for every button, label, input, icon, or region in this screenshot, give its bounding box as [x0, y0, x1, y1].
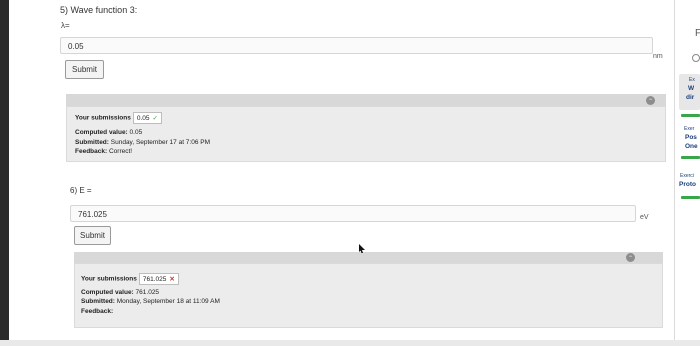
submission-value: 0.05: [136, 115, 150, 122]
submitted-value: Sunday, September 17 at 7:06 PM: [110, 139, 211, 146]
submission-label: Your submissions: [75, 114, 131, 122]
bottom-frame: [0, 340, 700, 346]
question-6-computed-row: Computed value: 761.025: [81, 289, 159, 296]
question-6-unit: eV: [640, 214, 649, 221]
question-5-feedback-row: Feedback: Correct!: [75, 148, 132, 155]
question-5-answer-input[interactable]: 0.05: [60, 37, 653, 54]
question-6-submissions-header[interactable]: [74, 252, 663, 263]
question-5-submitted-row: Submitted: Sunday, September 17 at 7:06 …: [75, 139, 210, 146]
sidebar-top-letter: F: [695, 28, 700, 39]
feedback-value: Correct!: [108, 148, 133, 155]
sidebar-card-1-progress: [681, 114, 700, 117]
left-frame: [0, 0, 9, 346]
feedback-label: Feedback:: [81, 308, 114, 315]
question-6-collapse-icon[interactable]: −: [626, 253, 635, 262]
submitted-label: Submitted:: [81, 298, 115, 305]
submission-value-box: 761.025 ✕: [138, 273, 179, 285]
question-5-variable-label: λ=: [61, 21, 70, 30]
question-6-submitted-row: Submitted: Monday, September 18 at 11:09…: [81, 298, 220, 305]
question-6-submit-button[interactable]: Submit: [74, 226, 111, 245]
submitted-label: Submitted:: [75, 139, 109, 146]
question-5-title: 5) Wave function 3:: [60, 5, 138, 15]
question-5-submit-button[interactable]: Submit: [65, 60, 104, 79]
incorrect-x-icon: ✕: [169, 276, 175, 283]
sidebar-card-3-line2: Proto: [679, 181, 696, 188]
sidebar-card-2-line3: One: [685, 143, 698, 150]
sidebar-card-3-line1[interactable]: Exerci: [680, 173, 694, 179]
question-5-unit: nm: [653, 53, 663, 60]
question-5-submission-row: Your submissions 0.05 ✓: [75, 112, 162, 124]
question-5-collapse-icon[interactable]: −: [646, 96, 655, 105]
submitted-value: Monday, September 18 at 11:09 AM: [116, 298, 220, 305]
question-6-answer-input[interactable]: 761.025: [70, 205, 636, 222]
sidebar-card-2-line1[interactable]: Exer: [684, 126, 694, 132]
computed-label: Computed value:: [75, 129, 128, 136]
sidebar-divider: [674, 0, 675, 346]
feedback-label: Feedback:: [75, 148, 108, 155]
computed-value: 761.025: [135, 289, 160, 296]
submission-value: 761.025: [142, 276, 167, 283]
sidebar-card-1-line2: W: [688, 85, 695, 92]
question-6-feedback-row: Feedback:: [81, 308, 113, 315]
computed-label: Computed value:: [81, 289, 134, 296]
mouse-cursor-icon: [359, 244, 365, 253]
sidebar-card-1-line3: dir: [686, 94, 695, 101]
submission-value-box: 0.05 ✓: [132, 112, 162, 124]
sidebar-info-icon[interactable]: [692, 54, 700, 62]
question-6-label: 6) E =: [70, 186, 92, 195]
question-6-submission-row: Your submissions 761.025 ✕: [81, 273, 179, 285]
sidebar-card-1-line1: Ex: [689, 77, 695, 83]
computed-value: 0.05: [129, 129, 143, 136]
sidebar-card-2-progress: [681, 156, 700, 159]
question-5-submissions-header[interactable]: [66, 94, 666, 106]
sidebar-card-3-progress: [681, 196, 700, 199]
sidebar-card-2-line2: Pos: [685, 134, 697, 141]
submission-label: Your submissions: [81, 275, 137, 283]
question-5-computed-row: Computed value: 0.05: [75, 129, 142, 136]
check-icon: ✓: [152, 115, 158, 122]
